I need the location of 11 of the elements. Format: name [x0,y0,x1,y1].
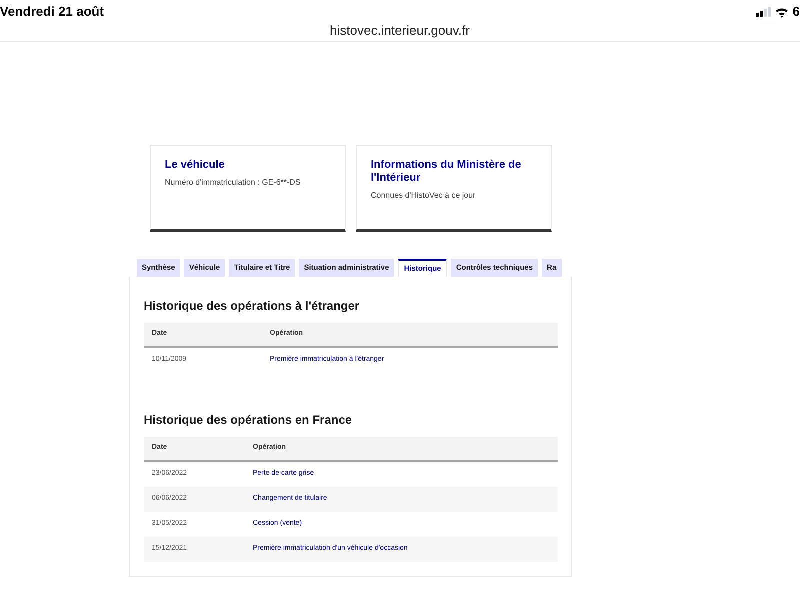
signal-icon [756,7,771,17]
address-url[interactable]: histovec.interieur.gouv.fr [330,24,470,41]
card-title: Informations du Ministère de l'Intérieur [371,159,522,185]
card-title: Le véhicule [165,159,226,172]
status-date: Vendredi 21 août [0,3,104,22]
card-text: Connues d'HistoVec à ce jour [371,190,477,202]
section-title: Historique des opérations en France [144,412,354,429]
section-title: Historique des opérations à l'étranger [144,298,361,315]
card-text: Numéro d'immatriculation : GE-6**-DS [165,177,302,189]
battery-percent: 6 [792,3,800,22]
wifi-icon [774,6,789,18]
